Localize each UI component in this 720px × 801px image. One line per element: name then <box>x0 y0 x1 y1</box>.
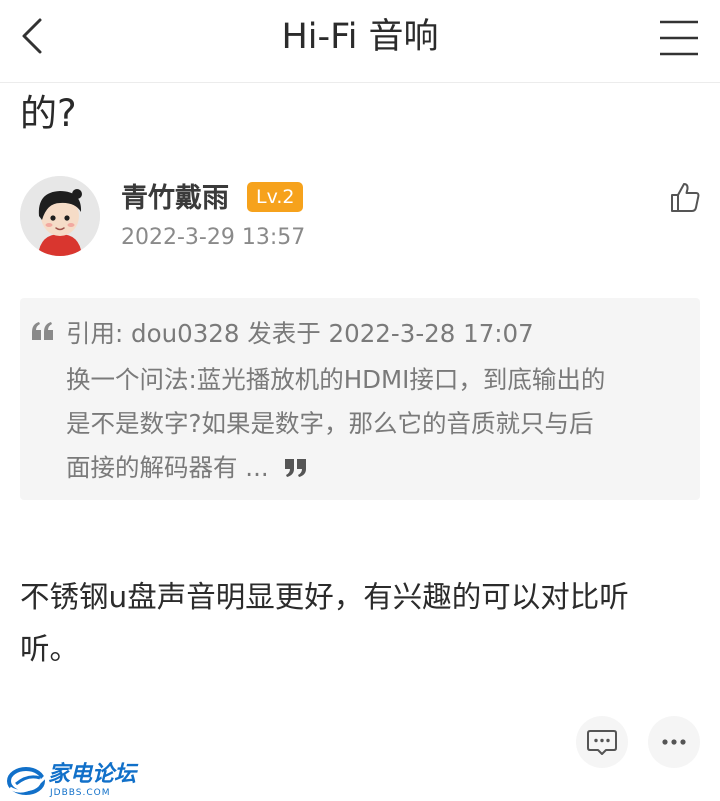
watermark-swoosh-icon <box>7 767 48 795</box>
post-date: 2022-3-29 13:57 <box>121 225 306 250</box>
watermark-text: 家电论坛 <box>48 762 137 787</box>
thumbs-up-icon <box>671 183 700 212</box>
quote-text-line: 是不是数字?如果是数字，那么它的音质就只与后 <box>66 409 594 438</box>
quote-text-tail: 面接的解码器有 ... <box>66 453 269 482</box>
reply-content-line: 听。 <box>20 632 80 666</box>
more-button[interactable] <box>648 716 700 768</box>
top-bar: Hi-Fi 音响 <box>0 0 720 83</box>
quote-text-line: 换一个问法:蓝光播放机的HDMI接口，到底输出的 <box>66 365 606 394</box>
page-title: Hi-Fi 音响 <box>281 17 439 57</box>
quote-open-icon <box>32 322 53 340</box>
watermark-logo: 家电论坛 JDBBS.COM <box>6 762 136 800</box>
quote-block: 引用: dou0328 发表于 2022-3-28 17:07 换一个问法:蓝光… <box>20 298 700 500</box>
reply-content-line: 不锈钢u盘声音明显更好，有兴趣的可以对比听 <box>20 580 629 614</box>
thread-page: Hi-Fi 音响 的? 青竹戴雨 Lv.2 2022-3-29 13:57 引用… <box>0 0 720 801</box>
menu-button[interactable] <box>656 16 702 60</box>
quote-text-line: 面接的解码器有 ... <box>66 448 308 488</box>
author-name[interactable]: 青竹戴雨 <box>121 180 229 218</box>
avatar-image <box>20 176 100 256</box>
more-icon <box>662 739 686 745</box>
comment-icon <box>587 730 617 755</box>
level-badge: Lv.2 <box>247 182 304 212</box>
watermark-subtext: JDBBS.COM <box>50 788 111 798</box>
avatar[interactable] <box>20 176 100 256</box>
post-title-tail: 的? <box>20 92 77 135</box>
comment-button[interactable] <box>576 716 628 768</box>
menu-icon <box>660 20 698 56</box>
like-button[interactable] <box>668 180 702 214</box>
quote-close-icon <box>285 459 307 477</box>
quote-header: 引用: dou0328 发表于 2022-3-28 17:07 <box>66 319 534 348</box>
